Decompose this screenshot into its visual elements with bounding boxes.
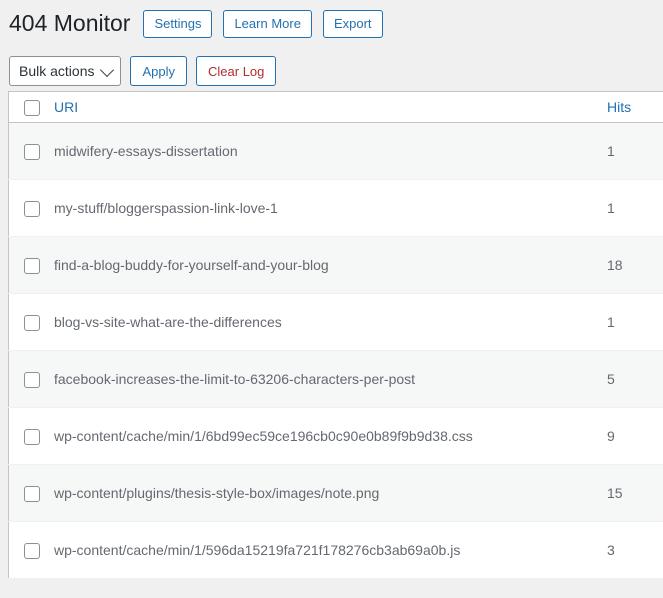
row-select-cell: [8, 179, 52, 237]
row-hits: 1: [607, 293, 663, 351]
sort-hits-link[interactable]: Hits: [607, 99, 631, 115]
table-row: wp-content/cache/min/1/6bd99ec59ce196cb0…: [8, 407, 663, 465]
row-select-cell: [8, 350, 52, 408]
page-title: 404 Monitor: [9, 9, 131, 36]
row-uri: wp-content/plugins/thesis-style-box/imag…: [52, 464, 607, 522]
apply-button[interactable]: Apply: [130, 56, 188, 86]
learn-more-button[interactable]: Learn More: [223, 9, 312, 38]
row-checkbox[interactable]: [24, 314, 40, 331]
row-checkbox[interactable]: [24, 143, 40, 160]
table-body: midwifery-essays-dissertation 1 my-stuff/b…: [8, 122, 663, 579]
row-uri: my-stuff/bloggerspassion-link-love-1: [52, 179, 607, 237]
bulk-actions-label: Bulk actions: [19, 63, 95, 79]
select-all-checkbox[interactable]: [24, 99, 40, 116]
select-all-header: [8, 91, 52, 123]
row-uri: wp-content/cache/min/1/596da15219fa721f1…: [52, 521, 607, 579]
export-button[interactable]: Export: [322, 9, 383, 38]
row-hits: 15: [607, 464, 663, 522]
sort-uri-link[interactable]: URI: [52, 99, 78, 115]
row-uri: facebook-increases-the-limit-to-63206-ch…: [52, 350, 607, 408]
row-select-cell: [8, 521, 52, 579]
table-row: my-stuff/bloggerspassion-link-love-1 1: [8, 179, 663, 237]
row-select-cell: [8, 464, 52, 522]
row-hits: 1: [607, 122, 663, 180]
row-uri: blog-vs-site-what-are-the-differences: [52, 293, 607, 351]
row-checkbox[interactable]: [24, 485, 40, 502]
row-checkbox[interactable]: [24, 428, 40, 445]
column-header-uri[interactable]: URI: [52, 91, 607, 123]
settings-button[interactable]: Settings: [143, 9, 213, 38]
table-toolbar: Bulk actions Apply Clear Log: [0, 38, 663, 91]
row-select-cell: [8, 236, 52, 294]
row-checkbox[interactable]: [24, 542, 40, 559]
bulk-actions-select[interactable]: Bulk actions: [9, 56, 122, 86]
table-row: blog-vs-site-what-are-the-differences 1: [8, 293, 663, 351]
row-checkbox[interactable]: [24, 200, 40, 217]
table-row: facebook-increases-the-limit-to-63206-ch…: [8, 350, 663, 408]
page-header: 404 Monitor Settings Learn More Export: [0, 0, 663, 38]
row-checkbox[interactable]: [24, 371, 40, 388]
row-hits: 18: [607, 236, 663, 294]
chevron-down-icon: [100, 62, 115, 78]
row-select-cell: [8, 293, 52, 351]
row-uri: wp-content/cache/min/1/6bd99ec59ce196cb0…: [52, 407, 607, 465]
row-hits: 3: [607, 521, 663, 579]
error-log-table: URI Hits midwifery-essays-dissertation 1 m…: [8, 91, 663, 579]
row-select-cell: [8, 122, 52, 180]
clear-log-button[interactable]: Clear Log: [196, 56, 277, 86]
table-header-row: URI Hits: [8, 91, 663, 123]
table-head: URI Hits: [8, 91, 663, 123]
table-row: midwifery-essays-dissertation 1: [8, 122, 663, 180]
row-hits: 1: [607, 179, 663, 237]
row-hits: 9: [607, 407, 663, 465]
table-row: find-a-blog-buddy-for-yourself-and-your-…: [8, 236, 663, 294]
column-header-hits[interactable]: Hits: [607, 91, 663, 123]
row-select-cell: [8, 407, 52, 465]
table-row: wp-content/cache/min/1/596da15219fa721f1…: [8, 521, 663, 579]
row-uri: find-a-blog-buddy-for-yourself-and-your-…: [52, 236, 607, 294]
row-checkbox[interactable]: [24, 257, 40, 274]
table-row: wp-content/plugins/thesis-style-box/imag…: [8, 464, 663, 522]
row-hits: 5: [607, 350, 663, 408]
row-uri: midwifery-essays-dissertation: [52, 122, 607, 180]
